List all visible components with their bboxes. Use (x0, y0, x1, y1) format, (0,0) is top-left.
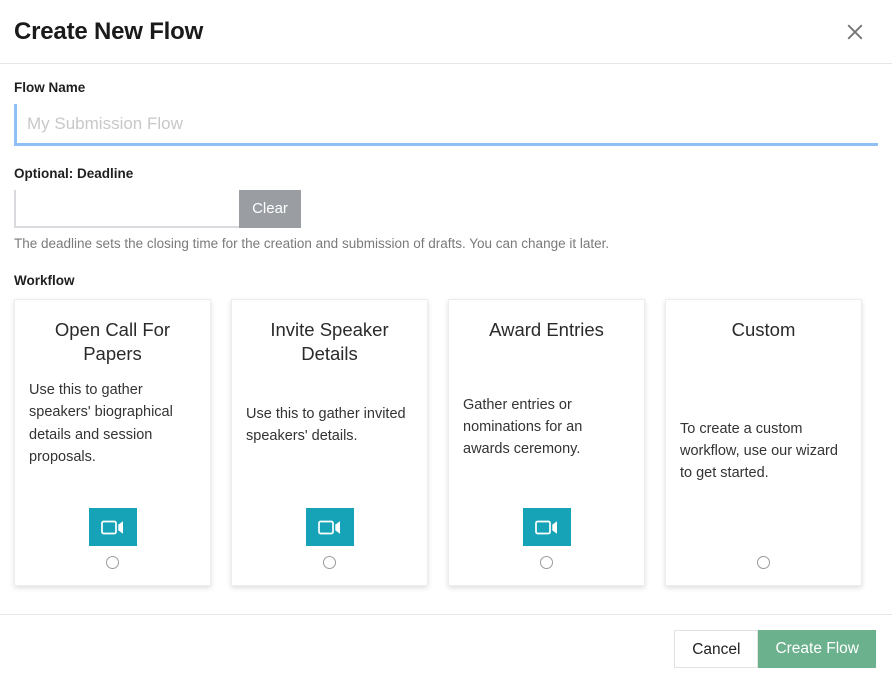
workflow-section: Workflow Open Call For Papers Use this t… (14, 272, 878, 587)
workflow-card-description: To create a custom workflow, use our wiz… (680, 420, 838, 481)
workflow-card-open-call-for-papers[interactable]: Open Call For Papers Use this to gather … (14, 299, 211, 587)
dialog-footer: Cancel Create Flow (0, 614, 892, 682)
workflow-card-title: Invite Speaker Details (270, 319, 389, 364)
workflow-card-custom[interactable]: Custom To create a custom workflow, use … (665, 299, 862, 587)
deadline-row: Clear (14, 190, 878, 229)
workflow-card-radio[interactable] (323, 556, 336, 570)
video-camera-icon (522, 508, 571, 547)
page-title: Create New Flow (14, 17, 204, 45)
workflow-label: Workflow (14, 272, 75, 288)
flow-name-field-group: Flow Name (14, 80, 878, 147)
workflow-card-radio[interactable] (540, 556, 553, 570)
deadline-field-group: Optional: Deadline Clear The deadline se… (14, 166, 878, 253)
dialog-body: Flow Name Optional: Deadline Clear The d… (0, 64, 892, 614)
workflow-card-title: Custom (731, 319, 796, 341)
close-icon (845, 22, 865, 42)
deadline-label: Optional: Deadline (14, 166, 134, 182)
workflow-card-list: Open Call For Papers Use this to gather … (14, 299, 878, 587)
workflow-card-radio[interactable] (106, 556, 119, 570)
workflow-card-title: Open Call For Papers (54, 319, 171, 364)
workflow-card-description: Gather entries or nominations for an awa… (463, 396, 583, 457)
video-camera-icon (305, 508, 354, 547)
deadline-help-text: The deadline sets the closing time for t… (14, 236, 610, 252)
workflow-card-radio[interactable] (757, 556, 770, 570)
workflow-card-invite-speaker-details[interactable]: Invite Speaker Details Use this to gathe… (231, 299, 428, 587)
close-button[interactable] (838, 15, 872, 49)
clear-deadline-button[interactable]: Clear (239, 190, 301, 229)
flow-name-label: Flow Name (14, 80, 86, 95)
video-camera-icon (88, 508, 137, 547)
workflow-card-description: Use this to gather speakers' biographica… (29, 382, 173, 465)
workflow-card-title: Award Entries (489, 319, 604, 341)
cancel-button[interactable]: Cancel (674, 629, 759, 668)
workflow-card-award-entries[interactable]: Award Entries Gather entries or nominati… (448, 299, 645, 587)
create-flow-button[interactable]: Create Flow (758, 629, 876, 668)
dialog-header: Create New Flow (0, 0, 892, 64)
flow-name-input[interactable] (14, 104, 878, 147)
workflow-card-description: Use this to gather invited speakers' det… (246, 406, 406, 445)
create-new-flow-dialog: Create New Flow Flow Name Optional: Dead… (0, 0, 892, 682)
deadline-input[interactable] (14, 190, 239, 229)
